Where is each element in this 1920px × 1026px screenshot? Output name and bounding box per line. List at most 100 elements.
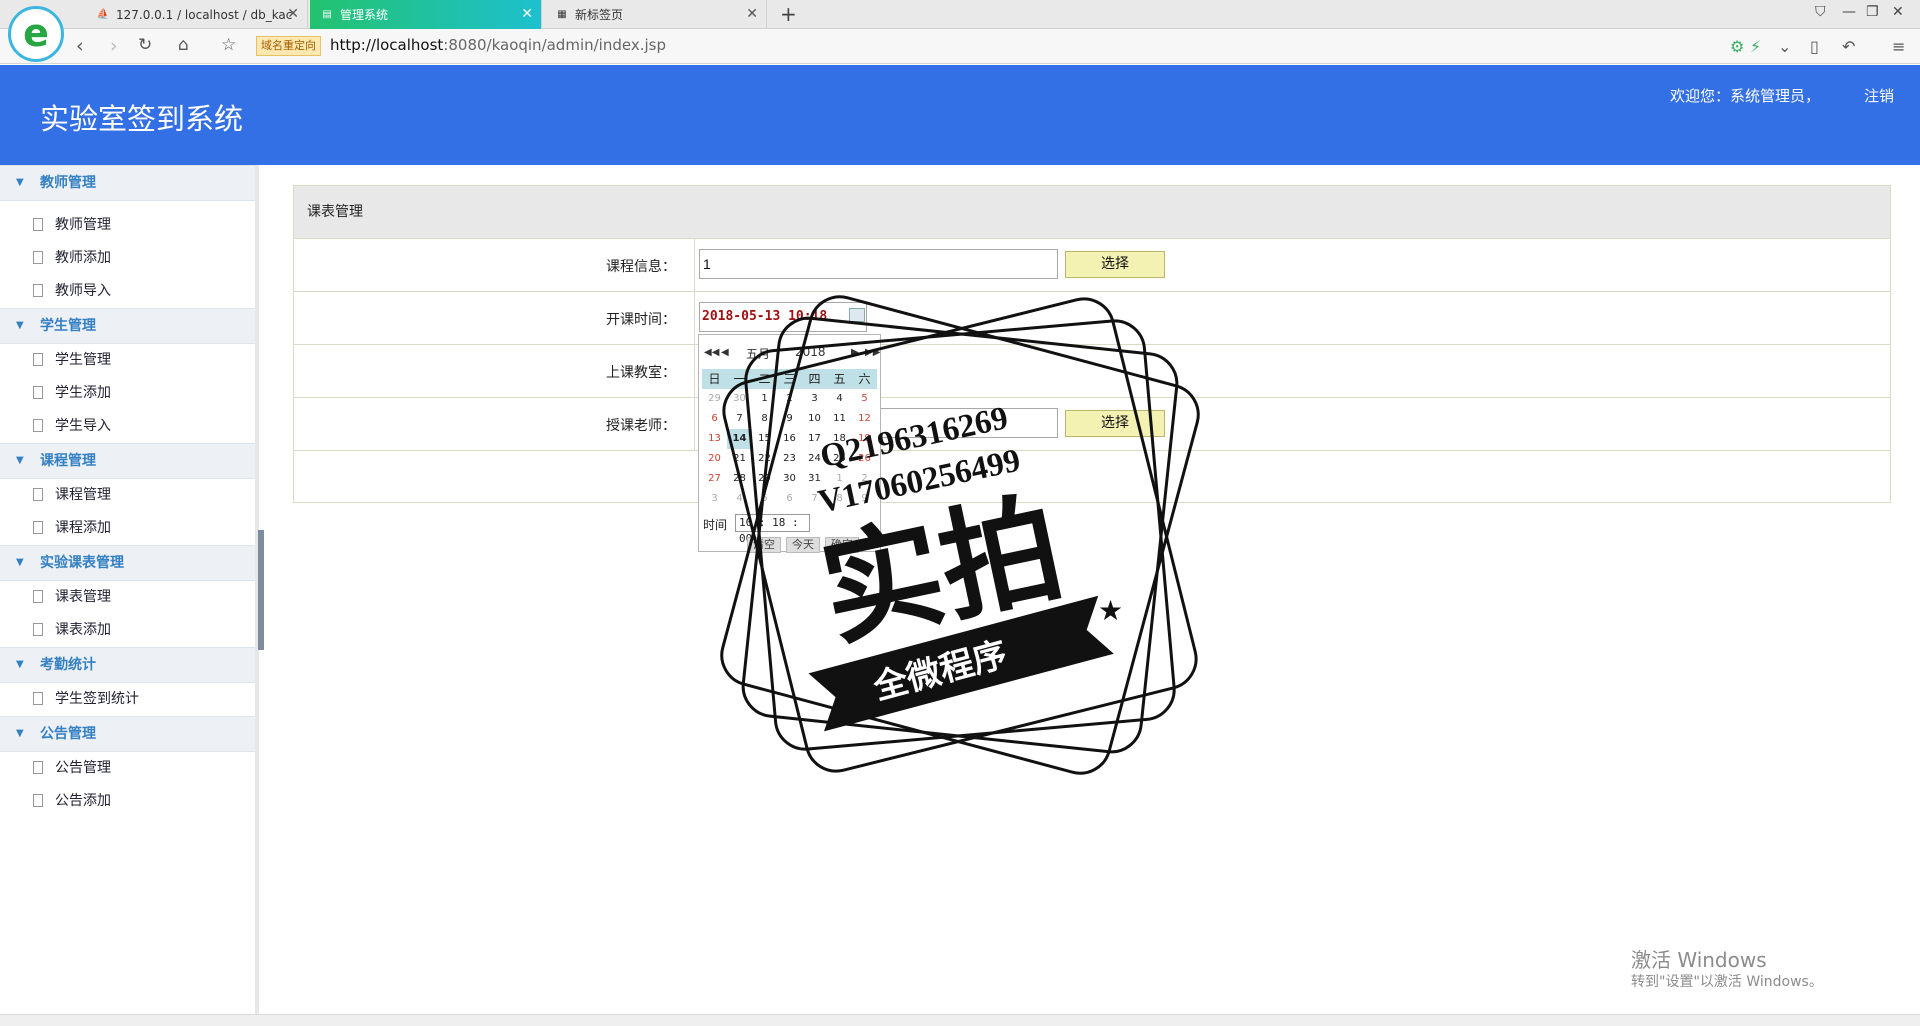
document-icon <box>33 794 43 807</box>
sidebar-resize-handle[interactable] <box>258 530 264 650</box>
sidebar-item-label: 课表添加 <box>55 622 111 638</box>
sidebar-group-notice[interactable]: ▼ 公告管理 <box>0 716 255 752</box>
reader-icon[interactable]: ▯ <box>1810 37 1819 56</box>
sync-icon[interactable]: ⚙ <box>1730 37 1744 56</box>
sidebar-item-teacher-add[interactable]: 教师添加 <box>0 242 255 275</box>
sidebar-group-schedule[interactable]: ▼ 实验课表管理 <box>0 545 255 581</box>
sidebar-group-title: 公告管理 <box>40 726 96 742</box>
document-icon <box>33 521 43 534</box>
skin-icon[interactable]: ⛉ <box>1815 4 1826 20</box>
browser-logo-icon: e <box>8 6 64 62</box>
caret-down-icon: ▼ <box>16 728 24 739</box>
document-icon <box>33 692 43 705</box>
sidebar-item-label: 教师导入 <box>55 283 111 299</box>
restore-icon[interactable]: ❐ <box>1866 4 1879 20</box>
caret-down-icon: ▼ <box>16 455 24 466</box>
sidebar-item-notice-manage[interactable]: 公告管理 <box>0 752 255 785</box>
page-icon: ▤ <box>322 9 332 20</box>
sidebar-group-title: 考勤统计 <box>40 657 96 673</box>
sidebar-group-title: 实验课表管理 <box>40 555 124 571</box>
course-select-button[interactable]: 选择 <box>1065 251 1165 278</box>
watermark-stamp: Q2196316269 V17060256499 实拍 全微程序 ★ ★ <box>720 295 1200 775</box>
sidebar-item-course-add[interactable]: 课程添加 <box>0 512 255 545</box>
logout-link[interactable]: 注销 <box>1864 85 1894 106</box>
close-icon[interactable]: ✕ <box>746 6 758 22</box>
document-icon <box>33 284 43 297</box>
document-icon <box>33 218 43 231</box>
url-field[interactable]: http://localhost:8080/kaoqin/admin/index… <box>330 36 666 54</box>
undo-icon[interactable]: ↶ <box>1842 37 1855 56</box>
windows-activate-subtitle: 转到"设置"以激活 Windows。 <box>1631 974 1823 990</box>
sidebar-item-teacher-manage[interactable]: 教师管理 <box>0 209 255 242</box>
browser-statusbar <box>0 1014 1920 1026</box>
document-icon <box>33 761 43 774</box>
document-icon <box>33 251 43 264</box>
sidebar-item-label: 学生管理 <box>55 352 111 368</box>
document-icon <box>33 623 43 636</box>
browser-addressbar: ‹ › ↻ ⌂ ☆ 域名重定向 http://localhost:8080/ka… <box>0 29 1920 64</box>
lightning-icon[interactable]: ⚡ <box>1750 37 1761 56</box>
sidebar-item-teacher-import[interactable]: 教师导入 <box>0 275 255 308</box>
course-input[interactable] <box>699 249 1058 279</box>
start-time-label: 开课时间： <box>606 312 676 328</box>
app-header: 实验室签到系统 欢迎您：系统管理员， 注销 <box>0 65 1920 165</box>
redirect-tag[interactable]: 域名重定向 <box>256 36 321 56</box>
sidebar-item-label: 课程添加 <box>55 520 111 536</box>
cell-divider <box>694 345 695 397</box>
sidebar-item-course-manage[interactable]: 课程管理 <box>0 479 255 512</box>
sidebar-item-label: 学生添加 <box>55 385 111 401</box>
chevron-down-icon[interactable]: ⌄ <box>1778 37 1791 56</box>
sidebar-group-title: 教师管理 <box>40 175 96 191</box>
sidebar-item-label: 教师管理 <box>55 217 111 233</box>
sidebar-item-student-manage[interactable]: 学生管理 <box>0 344 255 377</box>
document-icon <box>33 386 43 399</box>
back-icon[interactable]: ‹ <box>76 35 84 57</box>
home-icon[interactable]: ⌂ <box>178 35 189 55</box>
menu-icon[interactable]: ≡ <box>1892 37 1905 56</box>
new-tab-button[interactable]: + <box>780 2 797 26</box>
cell-divider <box>694 398 695 450</box>
reload-icon[interactable]: ↻ <box>138 35 152 55</box>
browser-tabstrip: ⛵ 127.0.0.1 / localhost / db_kac ✕ ▤ 管理系… <box>0 0 1920 29</box>
sidebar-group-student[interactable]: ▼ 学生管理 <box>0 308 255 344</box>
close-window-icon[interactable]: ✕ <box>1892 4 1904 20</box>
close-icon[interactable]: ✕ <box>287 6 299 22</box>
sidebar-item-schedule-manage[interactable]: 课表管理 <box>0 581 255 614</box>
cell-divider <box>694 292 695 344</box>
sidebar-item-label: 公告添加 <box>55 793 111 809</box>
sidebar-item-signin-stats[interactable]: 学生签到统计 <box>0 683 255 716</box>
classroom-label: 上课教室： <box>606 365 676 381</box>
close-icon[interactable]: ✕ <box>521 6 533 22</box>
document-icon <box>33 419 43 432</box>
sidebar-item-notice-add[interactable]: 公告添加 <box>0 785 255 818</box>
sidebar-item-student-import[interactable]: 学生导入 <box>0 410 255 443</box>
caret-down-icon: ▼ <box>16 320 24 331</box>
teacher-label: 授课老师： <box>606 418 676 434</box>
minimize-icon[interactable]: — <box>1842 4 1856 20</box>
sidebar-item-student-add[interactable]: 学生添加 <box>0 377 255 410</box>
browser-tab-admin[interactable]: ▤ 管理系统 ✕ <box>310 0 542 29</box>
browser-tab-phpmyadmin[interactable]: ⛵ 127.0.0.1 / localhost / db_kac ✕ <box>86 0 308 29</box>
sidebar-group-teacher[interactable]: ▼ 教师管理 <box>0 165 255 201</box>
grid-icon: ▦ <box>557 9 567 20</box>
panel-title: 课表管理 <box>294 186 1890 239</box>
url-host: http://localhost <box>330 36 444 54</box>
document-icon <box>33 353 43 366</box>
welcome-text: 欢迎您：系统管理员， <box>1670 87 1821 105</box>
star-icon: ★ <box>1098 594 1123 627</box>
pma-icon: ⛵ <box>96 9 110 20</box>
sidebar-item-schedule-add[interactable]: 课表添加 <box>0 614 255 647</box>
star-icon[interactable]: ☆ <box>221 35 236 55</box>
sidebar-item-label: 公告管理 <box>55 760 111 776</box>
course-label: 课程信息： <box>606 259 676 275</box>
sidebar-item-label: 学生签到统计 <box>55 691 139 707</box>
sidebar-group-title: 学生管理 <box>40 318 96 334</box>
sidebar: ▼ 教师管理 教师管理 教师添加 教师导入 ▼ 学生管理 学生管理 学生添加 学生导… <box>0 165 259 1026</box>
browser-tab-newtab[interactable]: ▦ 新标签页 ✕ <box>545 0 767 29</box>
sidebar-group-course[interactable]: ▼ 课程管理 <box>0 443 255 479</box>
forward-icon[interactable]: › <box>110 35 118 57</box>
url-path: :8080/kaoqin/admin/index.jsp <box>443 36 666 54</box>
tab-label: 管理系统 <box>340 8 389 22</box>
sidebar-group-attendance[interactable]: ▼ 考勤统计 <box>0 647 255 683</box>
cell-divider <box>694 239 695 291</box>
